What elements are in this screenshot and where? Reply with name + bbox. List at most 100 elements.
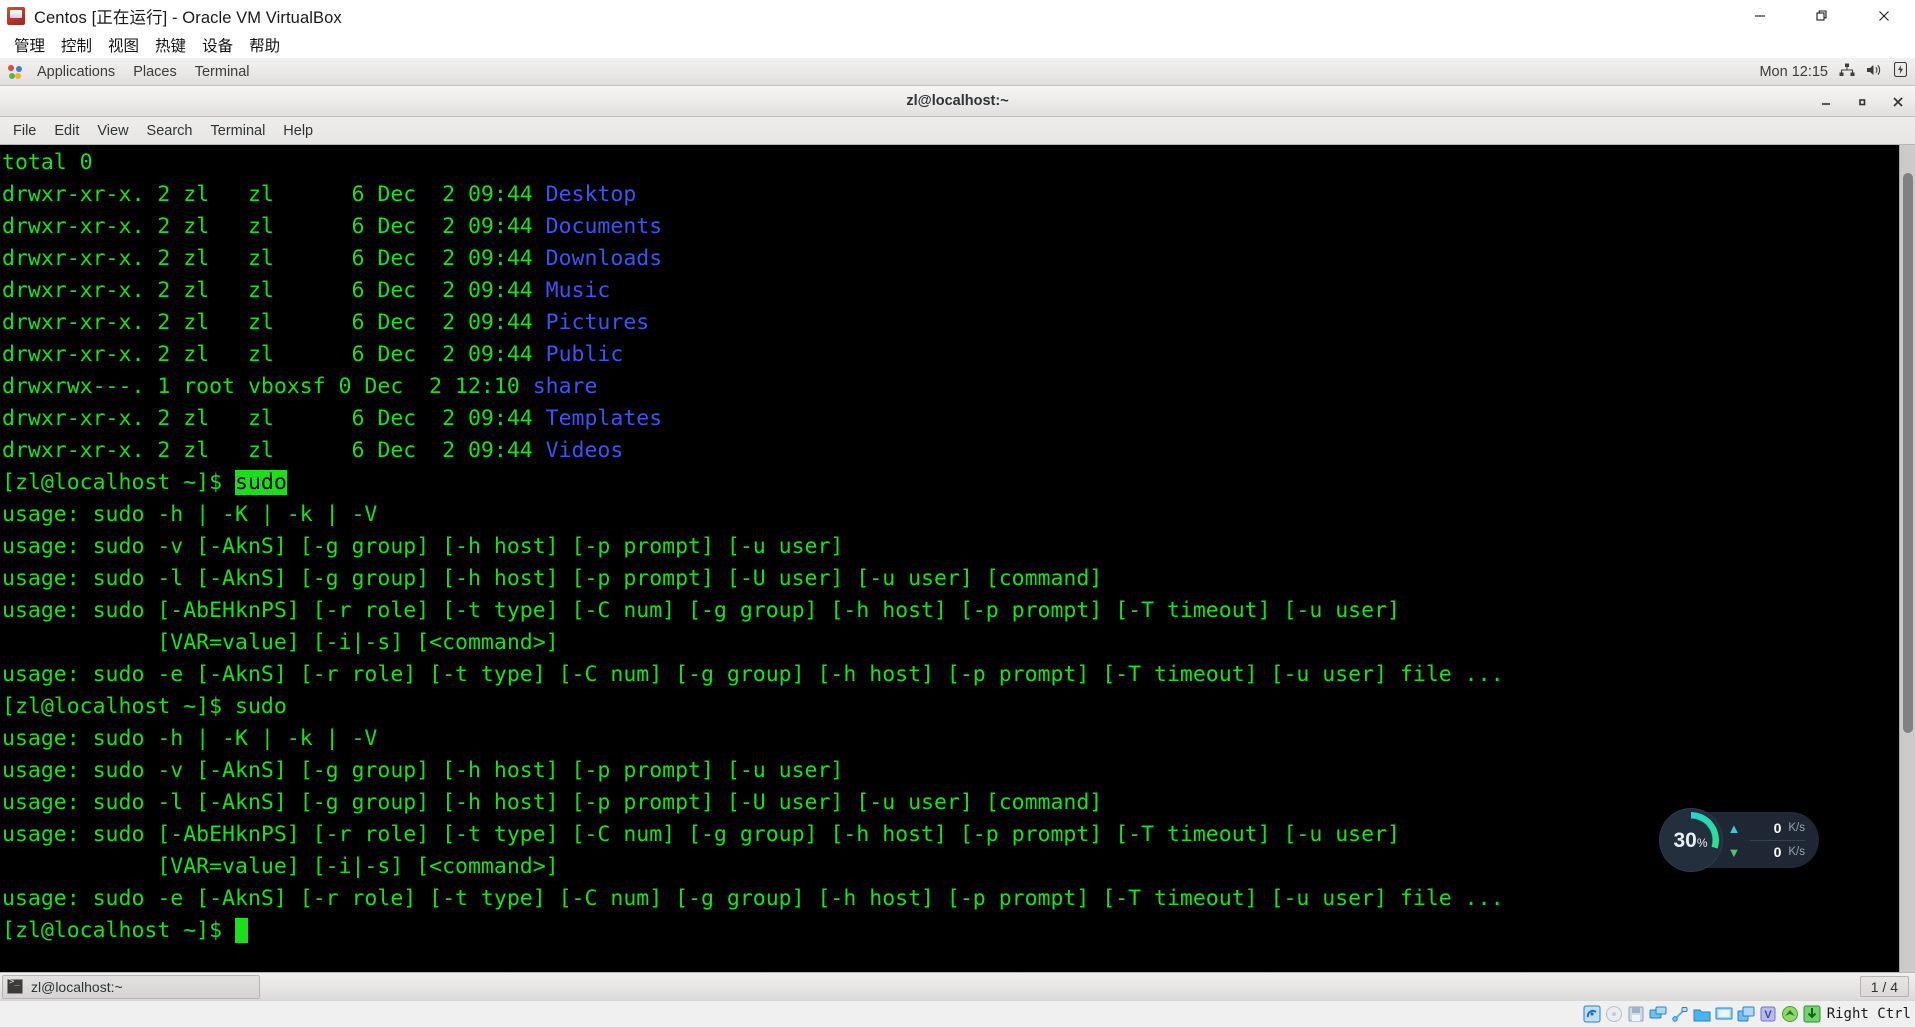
- recording-icon[interactable]: [1737, 1005, 1755, 1023]
- terminal-line: drwxr-xr-x. 2 zl zl 6 Dec 2 09:44 Music: [2, 275, 1899, 307]
- directory-name: Pictures: [545, 310, 650, 335]
- vbox-menu-view[interactable]: 视图: [100, 33, 147, 57]
- download-speed-row: ▼ 0 K/s: [1728, 841, 1806, 864]
- terminal-close-icon[interactable]: [1891, 95, 1905, 109]
- vbox-menu-control[interactable]: 控制: [53, 33, 100, 57]
- terminal-line: usage: sudo -e [-AknS] [-r role] [-t typ…: [2, 883, 1899, 915]
- display-icon[interactable]: [1715, 1005, 1733, 1023]
- directory-name: Documents: [545, 214, 663, 239]
- terminal-line: [VAR=value] [-i|-s] [<command>]: [2, 627, 1899, 659]
- terminal-text: drwxr-xr-x. 2 zl zl 6 Dec 2 09:44: [2, 438, 546, 463]
- directory-name: Public: [545, 342, 624, 367]
- terminal-menu-view[interactable]: View: [88, 120, 137, 142]
- usb-icon[interactable]: [1671, 1005, 1689, 1023]
- terminal-text: drwxr-xr-x. 2 zl zl 6 Dec 2 09:44: [2, 278, 546, 303]
- terminal-text: drwxr-xr-x. 2 zl zl 6 Dec 2 09:44: [2, 182, 546, 207]
- minimize-icon[interactable]: [1729, 0, 1791, 32]
- terminal-line: usage: sudo -v [-AknS] [-g group] [-h ho…: [2, 531, 1899, 563]
- gauge-value: 30%: [1673, 830, 1707, 851]
- terminal-line: usage: sudo -h | -K | -k | -V: [2, 499, 1899, 531]
- terminal-text: usage: sudo [-AbEHknPS] [-r role] [-t ty…: [2, 598, 1400, 623]
- terminal-text: drwxr-xr-x. 2 zl zl 6 Dec 2 09:44: [2, 406, 546, 431]
- network-icon[interactable]: [1839, 63, 1855, 82]
- directory-name: Music: [545, 278, 611, 303]
- terminal-window-title: zl@localhost:~: [906, 93, 1009, 109]
- virtualization-icon[interactable]: V: [1759, 1005, 1777, 1023]
- guest-screen: Applications Places Terminal Mon 12:15 z…: [0, 58, 1915, 1000]
- terminal-scrollbar-thumb[interactable]: [1903, 173, 1913, 733]
- terminal-text: drwxr-xr-x. 2 zl zl 6 Dec 2 09:44: [2, 310, 546, 335]
- terminal-text: usage: sudo -l [-AknS] [-g group] [-h ho…: [2, 790, 1103, 815]
- terminal-text: [zl@localhost ~]$: [2, 918, 235, 943]
- terminal-text: drwxr-xr-x. 2 zl zl 6 Dec 2 09:44: [2, 342, 546, 367]
- vbox-menu-hotkey[interactable]: 热键: [147, 33, 194, 57]
- virtualbox-menubar: 管理 控制 视图 热键 设备 帮助: [0, 32, 1915, 58]
- virtualbox-statusbar: V Right Ctrl: [0, 1000, 1915, 1027]
- terminal-line: drwxr-xr-x. 2 zl zl 6 Dec 2 09:44 Pictur…: [2, 307, 1899, 339]
- terminal-output[interactable]: total 0 drwxr-xr-x. 2 zl zl 6 Dec 2 09:44…: [0, 145, 1899, 1000]
- panel-clock[interactable]: Mon 12:15: [1759, 64, 1828, 80]
- gauge-unit: %: [1696, 835, 1708, 850]
- terminal-text: drwxr-xr-x. 2 zl zl 6 Dec 2 09:44: [2, 214, 546, 239]
- terminal-cursor: [235, 918, 248, 943]
- svg-text:V: V: [1764, 1009, 1772, 1021]
- terminal-line: drwxr-xr-x. 2 zl zl 6 Dec 2 09:44 Downlo…: [2, 243, 1899, 275]
- vbox-menu-manage[interactable]: 管理: [6, 33, 53, 57]
- terminal-menubar: File Edit View Search Terminal Help: [0, 117, 1915, 145]
- terminal-line: total 0: [2, 147, 1899, 179]
- network-speed-widget[interactable]: 30% ▲ 0 K/s ▼ 0 K/s: [1659, 809, 1819, 871]
- terminal-text: [zl@localhost ~]$ sudo: [2, 694, 287, 719]
- panel-places[interactable]: Places: [124, 62, 186, 82]
- upload-unit: K/s: [1788, 822, 1805, 834]
- restore-icon[interactable]: [1791, 0, 1853, 32]
- terminal-menu-help[interactable]: Help: [274, 120, 322, 142]
- selected-text: sudo: [235, 470, 287, 495]
- terminal-line: usage: sudo -l [-AknS] [-g group] [-h ho…: [2, 563, 1899, 595]
- upload-value: 0: [1773, 820, 1782, 836]
- hard-disk-icon[interactable]: [1583, 1005, 1601, 1023]
- directory-name: Desktop: [545, 182, 637, 207]
- terminal-window: zl@localhost:~ File Edit View Search Ter…: [0, 86, 1915, 1000]
- vbox-menu-help[interactable]: 帮助: [241, 33, 288, 57]
- terminal-menu-edit[interactable]: Edit: [45, 120, 88, 142]
- floppy-disk-icon[interactable]: [1627, 1005, 1645, 1023]
- terminal-line: [zl@localhost ~]$: [2, 915, 1899, 947]
- terminal-menu-terminal[interactable]: Terminal: [202, 120, 275, 142]
- panel-terminal[interactable]: Terminal: [186, 62, 259, 82]
- terminal-text: total 0: [2, 150, 93, 175]
- terminal-line: [zl@localhost ~]$ sudo: [2, 467, 1899, 499]
- terminal-text: drwxr-xr-x. 2 zl zl 6 Dec 2 09:44: [2, 246, 546, 271]
- terminal-text: usage: sudo -h | -K | -k | -V: [2, 502, 378, 527]
- panel-applications[interactable]: Applications: [28, 62, 124, 82]
- terminal-text: usage: sudo -v [-AknS] [-g group] [-h ho…: [2, 534, 844, 559]
- host-key-icon[interactable]: [1803, 1005, 1821, 1023]
- battery-icon[interactable]: [1893, 61, 1908, 82]
- taskbar-item-terminal[interactable]: zl@localhost:~: [2, 974, 260, 999]
- network-adapter-icon[interactable]: [1649, 1005, 1667, 1023]
- taskbar-item-label: zl@localhost:~: [31, 978, 123, 995]
- terminal-text: [VAR=value] [-i|-s] [<command>]: [2, 854, 559, 879]
- terminal-line: usage: sudo -v [-AknS] [-g group] [-h ho…: [2, 755, 1899, 787]
- optical-disk-icon[interactable]: [1605, 1005, 1623, 1023]
- terminal-menu-search[interactable]: Search: [138, 120, 202, 142]
- gnome-top-panel: Applications Places Terminal Mon 12:15: [0, 58, 1915, 86]
- terminal-line: usage: sudo -e [-AknS] [-r role] [-t typ…: [2, 659, 1899, 691]
- shared-folder-icon[interactable]: [1693, 1005, 1711, 1023]
- directory-name: Templates: [545, 406, 663, 431]
- terminal-maximize-icon[interactable]: [1855, 95, 1869, 109]
- directory-name: Downloads: [545, 246, 663, 271]
- terminal-scrollbar[interactable]: [1899, 145, 1915, 1000]
- terminal-minimize-icon[interactable]: [1819, 95, 1833, 109]
- workspace-indicator[interactable]: 1 / 4: [1859, 976, 1909, 997]
- gauge-number: 30: [1673, 828, 1697, 852]
- virtualbox-window-title: Centos [正在运行] - Oracle VM VirtualBox: [34, 9, 342, 27]
- terminal-text: [zl@localhost ~]$: [2, 470, 235, 495]
- close-icon[interactable]: [1853, 0, 1915, 32]
- terminal-line: drwxr-xr-x. 2 zl zl 6 Dec 2 09:44 Videos: [2, 435, 1899, 467]
- terminal-menu-file[interactable]: File: [4, 120, 45, 142]
- mouse-integration-icon[interactable]: [1781, 1005, 1799, 1023]
- volume-icon[interactable]: [1866, 63, 1883, 82]
- host-key-label: Right Ctrl: [1826, 1006, 1911, 1022]
- speed-rows: ▲ 0 K/s ▼ 0 K/s: [1728, 817, 1806, 864]
- vbox-menu-devices[interactable]: 设备: [194, 33, 241, 57]
